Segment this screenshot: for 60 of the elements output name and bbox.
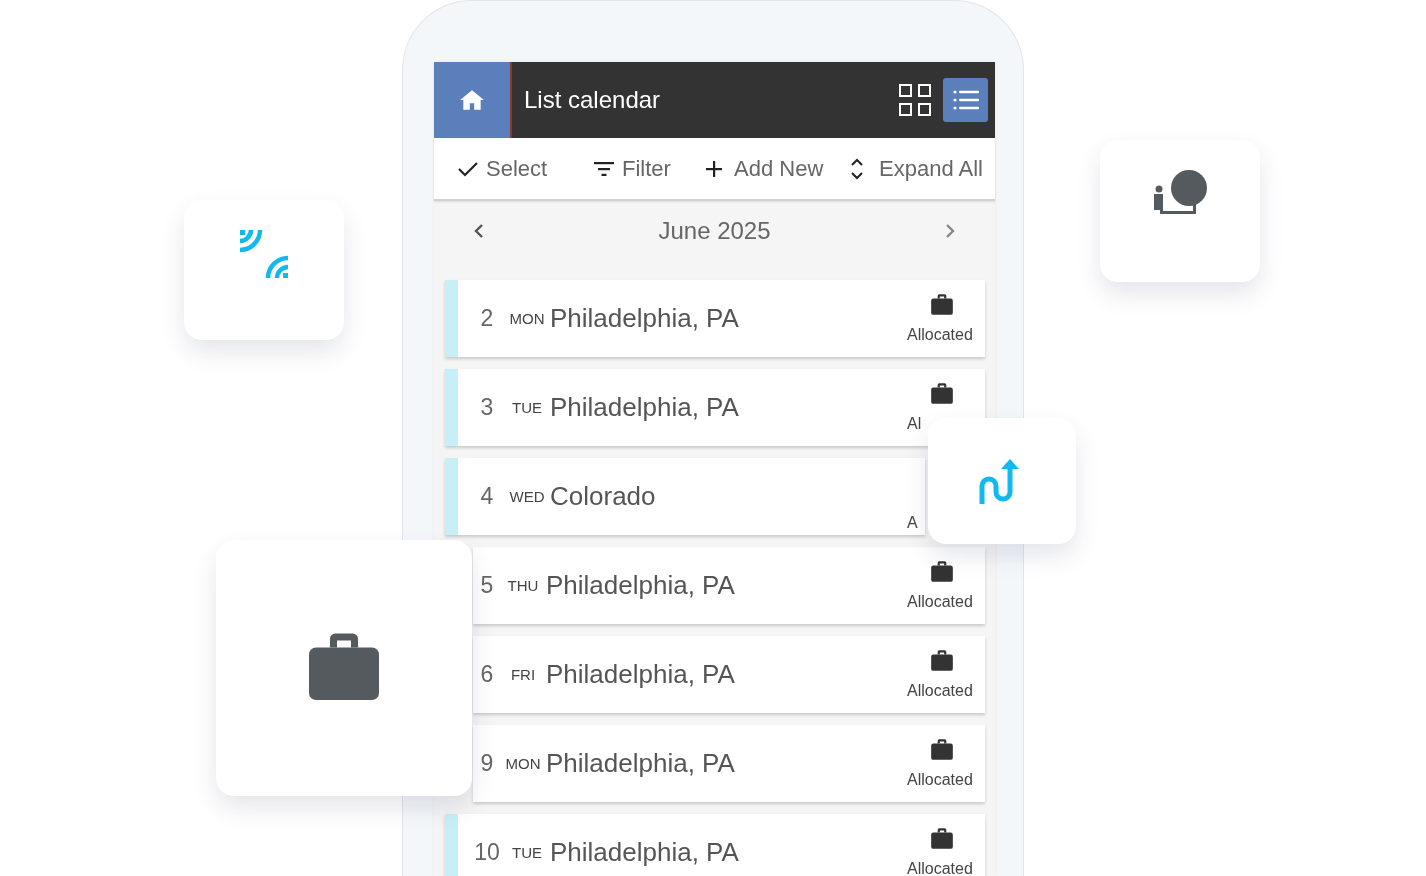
day-number: 4 (479, 483, 495, 510)
expand-action[interactable]: Expand All (851, 138, 995, 199)
signal-waves-icon (240, 230, 288, 278)
briefcase-icon (929, 826, 955, 850)
location-label: Philadelphia, PA (550, 392, 739, 422)
row-accent-bar (445, 814, 458, 876)
grid-icon (899, 84, 931, 116)
home-button[interactable] (434, 62, 512, 138)
weekday-label: THU (506, 577, 540, 594)
weekday-label: MON (508, 310, 546, 327)
day-number: 5 (479, 572, 495, 599)
location-label: Colorado (550, 481, 656, 511)
location-label: Philadelphia, PA (546, 659, 735, 689)
day-number: 10 (473, 839, 501, 866)
weekday-label: TUE (511, 399, 543, 416)
status-label: Allocated (907, 593, 973, 611)
filter-action[interactable]: Filter (594, 138, 706, 199)
calendar-entry[interactable]: 5 THU Philadelphia, PA Allocated (473, 547, 985, 624)
briefcase-icon (929, 292, 955, 316)
day-number: 6 (479, 661, 495, 688)
list-icon (952, 89, 979, 111)
briefcase-icon (929, 648, 955, 672)
filter-icon (594, 161, 614, 176)
status-label: Al (907, 415, 922, 433)
location-label: Philadelphia, PA (546, 570, 735, 600)
briefcase-icon (929, 737, 955, 761)
month-label: June 2025 (657, 217, 772, 245)
page-title: List calendar (524, 86, 661, 114)
location-label: Philadelphia, PA (550, 303, 739, 333)
plus-icon (706, 160, 722, 177)
weekday-label: MON (504, 755, 542, 772)
status-label: Allocated (907, 860, 973, 876)
next-month-icon[interactable] (945, 223, 955, 239)
briefcase-icon (929, 559, 955, 583)
location-label: Philadelphia, PA (550, 837, 739, 867)
location-label: Philadelphia, PA (546, 748, 735, 778)
day-number: 9 (479, 750, 495, 777)
day-number: 3 (479, 394, 495, 421)
check-action[interactable]: Select (458, 138, 594, 199)
calendar-entry[interactable]: 6 FRI Philadelphia, PA Allocated (473, 636, 985, 713)
weekday-label: WED (508, 488, 546, 505)
calendar-entry[interactable]: 4 WED Colorado A (445, 458, 925, 535)
calendar-entry[interactable]: 10 TUE Philadelphia, PA Allocated (445, 814, 985, 876)
status-label: Allocated (907, 326, 973, 344)
status-label: Allocated (907, 771, 973, 789)
weekday-label: FRI (509, 666, 537, 683)
calendar-entry[interactable]: 2 MON Philadelphia, PA Allocated (445, 280, 985, 357)
plus-action[interactable]: Add New (706, 138, 851, 199)
list-view-button[interactable] (943, 78, 988, 122)
expand-icon (851, 157, 863, 180)
calendar-entry[interactable]: 3 TUE Philadelphia, PA Al (445, 369, 985, 446)
check-icon (458, 160, 478, 177)
previous-month-icon[interactable] (474, 223, 484, 239)
weekday-label: TUE (511, 844, 543, 861)
briefcase-icon (929, 381, 955, 405)
status-label: Allocated (907, 682, 973, 700)
day-number: 2 (479, 305, 495, 332)
home-icon (459, 89, 485, 111)
calendar-entry[interactable]: 9 MON Philadelphia, PA Allocated (473, 725, 985, 802)
status-label: A (907, 514, 918, 532)
